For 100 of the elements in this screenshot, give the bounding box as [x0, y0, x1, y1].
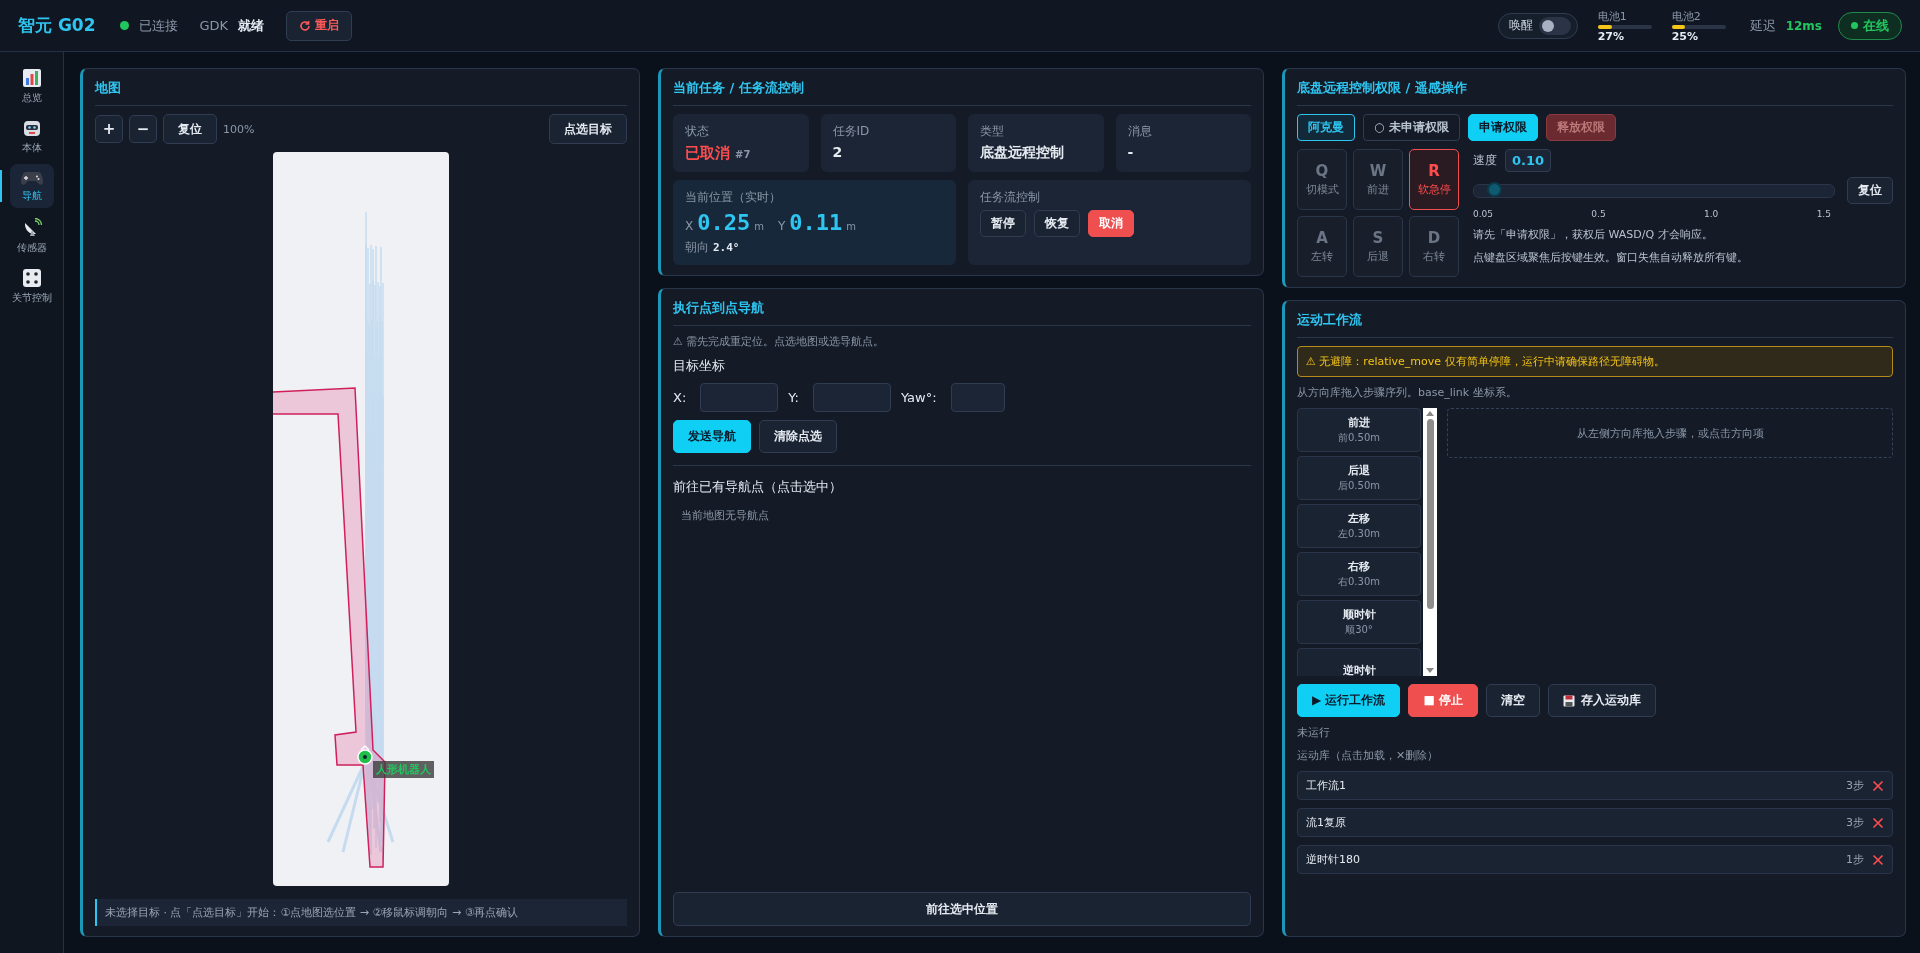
saved-workflow-item[interactable]: 流1复原 3步 — [1297, 808, 1893, 837]
panel-title: 底盘远程控制权限 / 遥感操作 — [1297, 79, 1893, 106]
zoom-level: 100% — [223, 122, 255, 136]
nav-button[interactable]: 清除点选 — [759, 420, 837, 453]
x-label: X — [685, 219, 694, 233]
direction-item[interactable]: 后退 后0.50m — [1297, 456, 1421, 500]
slider-tick: 1.0 — [1704, 209, 1719, 219]
restart-button[interactable]: 重启 — [286, 10, 353, 41]
sidebar-item[interactable]: 本体 — [9, 114, 54, 158]
stat-extra: #7 — [735, 149, 751, 160]
stat-value: - — [1127, 144, 1134, 160]
workflow-button[interactable]: ■ 停止 — [1408, 684, 1478, 717]
brand-title: 智元 G02 — [18, 14, 96, 37]
workflow-name: 逆时针180 — [1306, 852, 1361, 867]
warning-text: ⚠ 需先完成重定位。点选地图或选导航点。 — [673, 334, 886, 349]
delete-icon[interactable] — [1872, 779, 1884, 792]
step-count: 3步 — [1846, 778, 1864, 793]
coordinate-input[interactable] — [812, 383, 891, 412]
nav-button[interactable]: 发送导航 — [673, 420, 751, 453]
direction-item[interactable]: 左移 左0.30m — [1297, 504, 1421, 548]
speed-slider[interactable] — [1473, 183, 1835, 198]
zoom-in-button[interactable]: + — [95, 115, 123, 143]
direction-item[interactable]: 右移 右0.30m — [1297, 552, 1421, 596]
help-text: 请先「申请权限」，获权后 WASD/Q 才会响应。 — [1473, 227, 1714, 242]
slider-tick: 0.5 — [1591, 209, 1606, 219]
field-label: X: — [673, 390, 687, 405]
robot-label: 人形机器人 — [373, 761, 434, 778]
flow-button[interactable]: 暂停 — [980, 210, 1026, 237]
speed-value: 0.10 — [1505, 149, 1552, 172]
stat-value: 2 — [832, 144, 843, 160]
sidebar-item[interactable]: 传感器 — [9, 214, 54, 258]
coordinate-input[interactable] — [950, 383, 1005, 412]
reset-button[interactable]: 复位 — [163, 114, 217, 144]
workflow-name: 流1复原 — [1306, 815, 1347, 830]
workflow-name: 工作流1 — [1306, 778, 1347, 793]
connection-status: 已连接 — [138, 16, 178, 35]
warning-banner: ⚠ 无避障：relative_move 仅有简单停障，运行中请确保路径无障碍物。 — [1297, 346, 1893, 377]
delete-icon[interactable] — [1872, 816, 1884, 829]
status-chip: 阿克曼 — [1297, 114, 1355, 141]
panel-title: 运动工作流 — [1297, 311, 1893, 338]
stat-label: 任务ID — [832, 123, 871, 140]
sidebar-item[interactable]: 关节控制 — [9, 264, 54, 308]
reset-button[interactable]: 复位 — [1847, 177, 1893, 204]
refresh-icon — [299, 19, 312, 32]
field-label: Y: — [788, 390, 799, 405]
delete-icon[interactable] — [1872, 853, 1884, 866]
x-value: 0.25 — [697, 210, 751, 235]
section-title: 前往已有导航点（点击选中） — [673, 478, 843, 496]
scrollbar[interactable] — [1423, 408, 1437, 676]
field-label: Yaw°: — [900, 390, 937, 405]
slider-tick: 1.5 — [1816, 209, 1831, 219]
battery-label: 电池2 — [1671, 8, 1702, 24]
latency-label: 延迟 — [1749, 16, 1776, 35]
workflow-button[interactable]: ▶ 运行工作流 — [1297, 684, 1401, 717]
gamepad-icon — [20, 169, 43, 186]
flow-button[interactable]: 恢复 — [1034, 210, 1080, 237]
drop-hint: 从左侧方向库拖入步骤，或点击方向项 — [1576, 425, 1764, 441]
direction-item[interactable]: 顺时针 顺30° — [1297, 600, 1421, 644]
coordinate-input[interactable] — [700, 383, 779, 412]
keyboard-key[interactable]: R 软急停 — [1409, 149, 1459, 210]
section-title: 运动库（点击加载，✕删除） — [1297, 748, 1440, 763]
stat-label: 类型 — [980, 123, 1005, 140]
battery-label: 电池1 — [1597, 8, 1628, 24]
saved-workflow-item[interactable]: 逆时针180 1步 — [1297, 845, 1893, 874]
sidebar-item[interactable]: 总览 — [9, 64, 54, 108]
wake-toggle[interactable]: 唤醒 — [1497, 12, 1578, 39]
workflow-button[interactable]: 存入运动库 — [1547, 684, 1656, 717]
go-to-selected-button[interactable]: 前往选中位置 — [673, 892, 1251, 926]
saved-workflow-item[interactable]: 工作流1 3步 — [1297, 771, 1893, 800]
workflow-button[interactable]: 清空 — [1485, 684, 1540, 717]
y-unit: m — [846, 221, 857, 232]
step-count: 1步 — [1846, 852, 1864, 867]
online-badge: 在线 — [1838, 11, 1902, 40]
position-label: 当前位置（实时） — [685, 189, 782, 206]
panel-title: 当前任务 / 任务流控制 — [673, 79, 1251, 106]
direction-item[interactable]: 逆时针 — [1297, 648, 1421, 676]
robot-marker-icon — [356, 744, 374, 766]
permission-button[interactable]: 申请权限 — [1467, 114, 1538, 141]
gdk-label: GDK — [199, 18, 229, 33]
drop-zone[interactable]: 从左侧方向库拖入步骤，或点击方向项 — [1447, 408, 1893, 458]
help-text: 点键盘区域聚焦后按键生效。窗口失焦自动释放所有键。 — [1473, 250, 1749, 265]
status-chip: ○ 未申请权限 — [1363, 114, 1460, 141]
direction-item[interactable]: 前进 前0.50m — [1297, 408, 1421, 452]
slider-thumb[interactable] — [1487, 181, 1503, 197]
slider-tick: 0.05 — [1473, 209, 1494, 219]
flow-button[interactable]: 取消 — [1088, 210, 1134, 237]
pick-target-button[interactable]: 点选目标 — [549, 114, 627, 144]
coords-label: 目标坐标 — [673, 357, 726, 375]
run-status: 未运行 — [1297, 725, 1331, 740]
zoom-out-button[interactable]: − — [129, 115, 157, 143]
latency-value: 12ms — [1785, 18, 1822, 33]
y-value: 0.11 — [789, 210, 843, 235]
battery-reading: 25% — [1671, 29, 1699, 43]
stat-value: 底盘远程控制 — [980, 144, 1064, 162]
step-count: 3步 — [1846, 815, 1864, 830]
bar-chart-icon — [21, 67, 42, 88]
stat-label: 状态 — [685, 123, 710, 140]
dice-icon — [21, 267, 42, 288]
speed-label: 速度 — [1473, 152, 1497, 169]
y-label: Y — [777, 219, 786, 233]
